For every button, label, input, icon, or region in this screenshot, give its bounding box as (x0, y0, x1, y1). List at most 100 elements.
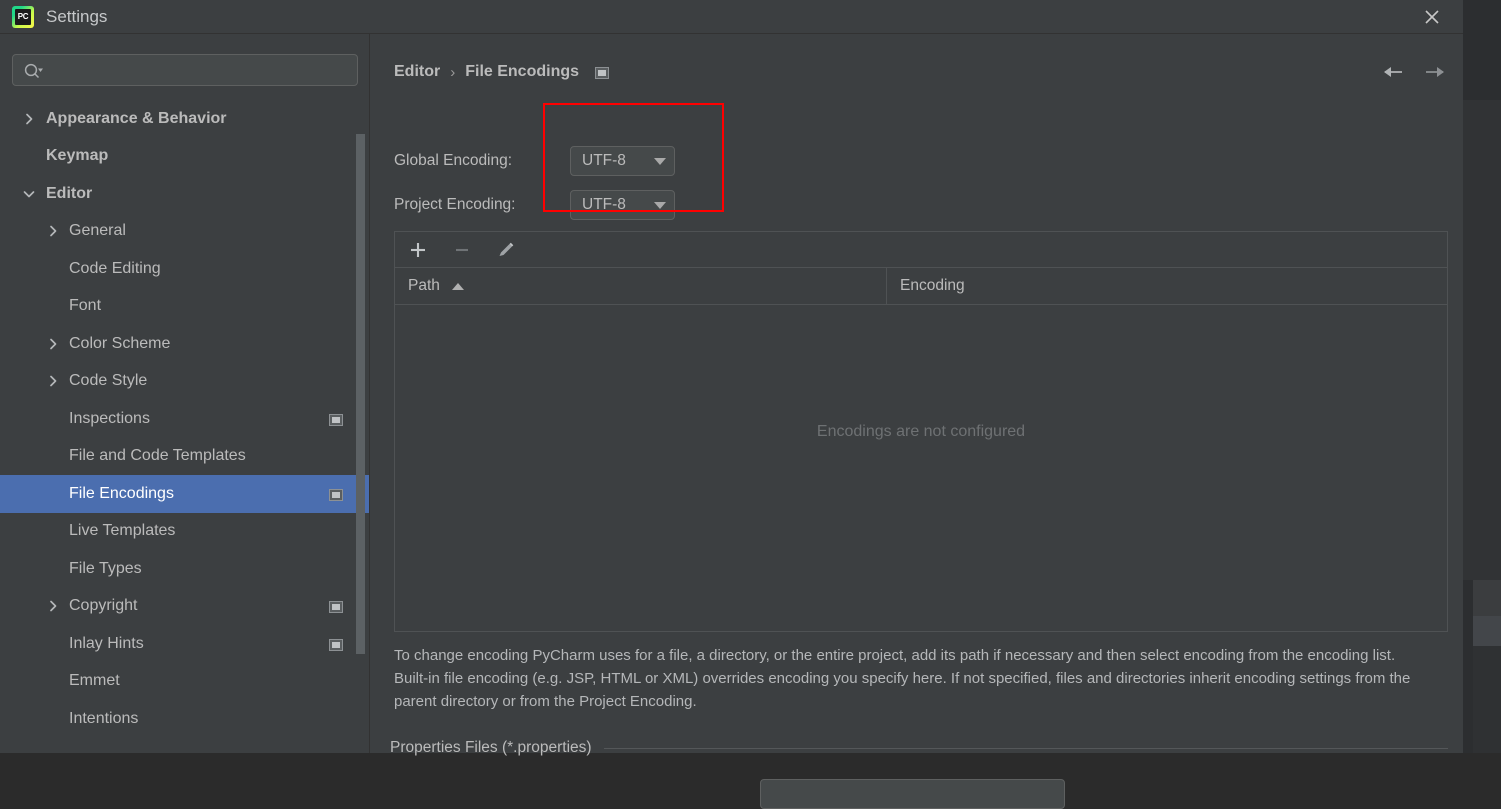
sidebar-item-file-and-code-templates[interactable]: File and Code Templates (0, 438, 370, 476)
edit-encoding-button[interactable] (491, 236, 521, 264)
breadcrumb-separator-icon: › (450, 64, 455, 81)
search-input[interactable] (49, 55, 349, 85)
chevron-right-icon[interactable] (44, 597, 62, 615)
global-encoding-row: Global Encoding: UTF-8 (394, 146, 675, 176)
column-header-encoding[interactable]: Encoding (887, 268, 1447, 304)
encodings-table: Path Encoding Encodings are not configur… (394, 267, 1448, 632)
sidebar-item-label: Intentions (69, 710, 138, 728)
project-scope-icon (329, 600, 343, 612)
sidebar-item-label: Code Editing (69, 260, 161, 278)
sidebar-item-label: Font (69, 297, 101, 315)
sidebar-item-editor[interactable]: Editor (0, 175, 370, 213)
sidebar-item-appearance-behavior[interactable]: Appearance & Behavior (0, 100, 370, 138)
backdrop-panel-lower (1473, 646, 1501, 753)
sidebar-item-label: Inspections (69, 410, 150, 428)
settings-dialog: PC Settings Appearance & Behavior Keymap E… (0, 0, 1463, 753)
project-encoding-select[interactable]: UTF-8 (570, 190, 675, 220)
close-icon (1423, 8, 1441, 26)
sidebar-scrollbar[interactable] (356, 134, 365, 654)
sidebar-item-label: File Types (69, 560, 142, 578)
nav-forward-button[interactable] (1422, 60, 1448, 84)
column-header-encoding-label: Encoding (900, 277, 965, 295)
sidebar-item-keymap[interactable]: Keymap (0, 138, 370, 176)
search-icon (23, 62, 45, 80)
encodings-table-body[interactable]: Encodings are not configured (395, 305, 1447, 631)
dialog-titlebar: PC Settings (0, 0, 1463, 34)
sidebar-item-inspections[interactable]: Inspections (0, 400, 370, 438)
project-encoding-label: Project Encoding: (394, 196, 546, 214)
search-box[interactable] (12, 54, 358, 86)
plus-icon (409, 241, 427, 259)
project-scope-icon (595, 66, 609, 78)
settings-content-pane: Editor › File Encodings Global E (370, 34, 1463, 753)
sort-ascending-icon (452, 283, 464, 290)
global-encoding-value: UTF-8 (582, 152, 654, 170)
project-encoding-row: Project Encoding: UTF-8 (394, 190, 675, 220)
sidebar-item-code-style[interactable]: Code Style (0, 363, 370, 401)
pycharm-logo-text: PC (15, 9, 31, 25)
breadcrumb: Editor › File Encodings (394, 60, 609, 84)
settings-tree: Appearance & Behavior Keymap Editor General… (0, 100, 370, 753)
sidebar-item-label: Keymap (46, 147, 108, 165)
sidebar-item-label: Inlay Hints (69, 635, 144, 653)
column-header-path-label: Path (408, 277, 440, 295)
sidebar-item-label: File and Code Templates (69, 447, 246, 465)
global-encoding-label: Global Encoding: (394, 152, 546, 170)
sidebar-item-label: Code Style (69, 372, 147, 390)
remove-encoding-button[interactable] (447, 236, 477, 264)
pencil-icon (496, 240, 516, 260)
chevron-down-icon (654, 202, 666, 209)
properties-encoding-field[interactable] (760, 779, 1065, 809)
sidebar-item-color-scheme[interactable]: Color Scheme (0, 325, 370, 363)
encodings-description: To change encoding PyCharm uses for a fi… (394, 644, 1424, 713)
project-scope-icon (329, 413, 343, 425)
global-encoding-select[interactable]: UTF-8 (570, 146, 675, 176)
sidebar-item-emmet[interactable]: Emmet (0, 663, 370, 701)
sidebar-item-intentions[interactable]: Intentions (0, 700, 370, 738)
sidebar-item-label: Appearance & Behavior (46, 110, 227, 128)
sidebar-item-label: Color Scheme (69, 335, 170, 353)
properties-files-section-header: Properties Files (*.properties) (390, 739, 1448, 757)
chevron-right-icon[interactable] (44, 372, 62, 390)
chevron-right-icon[interactable] (44, 222, 62, 240)
sidebar-item-label: Live Templates (69, 522, 175, 540)
breadcrumb-parent[interactable]: Editor (394, 63, 440, 81)
backdrop-panel-highlight (1473, 616, 1501, 646)
arrow-right-icon (1423, 63, 1447, 81)
sidebar-item-label: File Encodings (69, 485, 174, 503)
arrow-left-icon (1381, 63, 1405, 81)
close-button[interactable] (1409, 0, 1455, 33)
sidebar-item-label: Editor (46, 185, 92, 203)
sidebar-item-font[interactable]: Font (0, 288, 370, 326)
properties-files-section-title: Properties Files (*.properties) (390, 739, 592, 757)
chevron-down-icon[interactable] (20, 185, 38, 203)
sidebar-item-code-editing[interactable]: Code Editing (0, 250, 370, 288)
sidebar-item-file-types[interactable]: File Types (0, 550, 370, 588)
sidebar-item-inlay-hints[interactable]: Inlay Hints (0, 625, 370, 663)
project-scope-icon (329, 638, 343, 650)
chevron-down-icon (654, 158, 666, 165)
project-scope-icon (329, 488, 343, 500)
sidebar-item-label: Emmet (69, 672, 120, 690)
sidebar-item-copyright[interactable]: Copyright (0, 588, 370, 626)
chevron-right-icon[interactable] (20, 110, 38, 128)
encodings-table-header: Path Encoding (395, 268, 1447, 305)
nav-back-button[interactable] (1380, 60, 1406, 84)
empty-state-message: Encodings are not configured (395, 423, 1447, 441)
chevron-right-icon[interactable] (44, 335, 62, 353)
backdrop-panel-upper (1463, 100, 1501, 580)
backdrop-panel-mid (1473, 580, 1501, 616)
pycharm-logo-icon: PC (12, 6, 34, 28)
sidebar-item-general[interactable]: General (0, 213, 370, 251)
settings-sidebar: Appearance & Behavior Keymap Editor General… (0, 34, 370, 753)
sidebar-item-live-templates[interactable]: Live Templates (0, 513, 370, 551)
dialog-title: Settings (46, 5, 107, 29)
sidebar-item-file-encodings[interactable]: File Encodings (0, 475, 370, 513)
section-divider (604, 748, 1448, 749)
column-header-path[interactable]: Path (395, 268, 887, 304)
sidebar-item-label: Copyright (69, 597, 137, 615)
add-encoding-button[interactable] (403, 236, 433, 264)
encodings-table-toolbar (394, 231, 1448, 267)
sidebar-item-label: General (69, 222, 126, 240)
breadcrumb-current: File Encodings (465, 63, 579, 81)
